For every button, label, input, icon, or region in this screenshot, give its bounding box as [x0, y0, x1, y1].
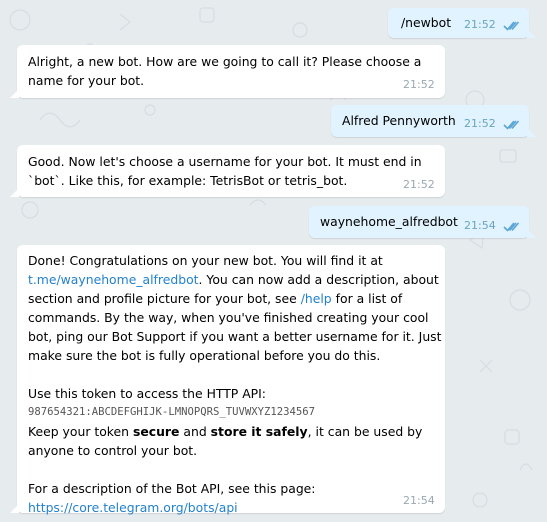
message-in-bot-created[interactable]: Done! Congratulations on your new bot. Y… — [10, 245, 445, 515]
message-time: 21:52 — [464, 18, 496, 31]
message-text: /newbot — [401, 15, 452, 30]
message-text-line: name for your bot. — [28, 73, 145, 88]
message-time: 21:52 — [464, 117, 496, 130]
double-check-icon — [503, 21, 520, 31]
message-bold-text: store it safely — [210, 424, 308, 439]
message-text-fragment: and — [183, 424, 207, 439]
message-text: Alfred Pennyworth — [342, 113, 456, 128]
message-text-line: Keep your token secure and store it safe… — [28, 422, 438, 441]
message-text-line: For a description of the Bot API, see th… — [28, 481, 316, 496]
message-time: 21:52 — [403, 78, 435, 91]
message-text-line: Alright, a new bot. How are we going to … — [28, 54, 422, 69]
double-check-icon — [503, 222, 520, 232]
bot-api-link[interactable]: https://core.telegram.org/bots/api — [28, 500, 238, 515]
message-text: waynehome_alfredbot — [320, 214, 458, 229]
message-out-newbot[interactable]: /newbot 21:52 — [388, 8, 536, 38]
bot-link[interactable]: t.me/waynehome_alfredbot — [28, 272, 199, 287]
message-text-fragment: section and profile picture for your bot… — [28, 291, 297, 306]
message-out-alfred[interactable]: Alfred Pennyworth 21:52 — [331, 105, 536, 137]
message-text-line: Use this token to access the HTTP API: — [28, 386, 266, 401]
message-text-line: make sure the bot is fully operational b… — [28, 348, 381, 363]
message-body: Done! Congratulations on your new bot. Y… — [28, 251, 442, 517]
message-time: 21:54 — [464, 219, 496, 232]
message-text-line: section and profile picture for your bot… — [28, 289, 438, 308]
help-command-link[interactable]: /help — [301, 291, 332, 306]
message-time: 21:52 — [403, 178, 435, 191]
message-text-fragment: , it can be used by — [307, 424, 423, 439]
message-text-line: Good. Now let's choose a username for yo… — [28, 154, 422, 169]
message-text-line: https://core.telegram.org/bots/api — [28, 498, 438, 517]
message-text-line: Done! Congratulations on your new bot. Y… — [28, 253, 383, 268]
message-in-choose-username[interactable]: Good. Now let's choose a username for yo… — [10, 145, 445, 197]
message-text-line: bot, ping our Bot Support if you want a … — [28, 329, 442, 344]
message-text-line: anyone to control your bot. — [28, 443, 198, 458]
message-text-line: t.me/waynehome_alfredbot. You can now ad… — [28, 270, 439, 289]
message-text-fragment: Keep your token — [28, 424, 130, 439]
message-in-choose-name[interactable]: Alright, a new bot. How are we going to … — [10, 45, 445, 98]
message-text-line: commands. By the way, when you've finish… — [28, 310, 429, 325]
message-out-username[interactable]: waynehome_alfredbot 21:54 — [309, 206, 536, 238]
message-text-fragment: . You can now add a description, about — [198, 272, 439, 287]
message-text-line: `bot`. Like this, for example: TetrisBot… — [28, 173, 348, 188]
message-text-fragment: for a list of — [335, 291, 403, 306]
message-time: 21:54 — [403, 494, 435, 507]
double-check-icon — [503, 120, 520, 130]
bot-token[interactable]: 987654321:ABCDEFGHIJK-LMNOPQRS_TUVWXYZ12… — [28, 403, 438, 422]
message-bold-text: secure — [132, 424, 180, 439]
